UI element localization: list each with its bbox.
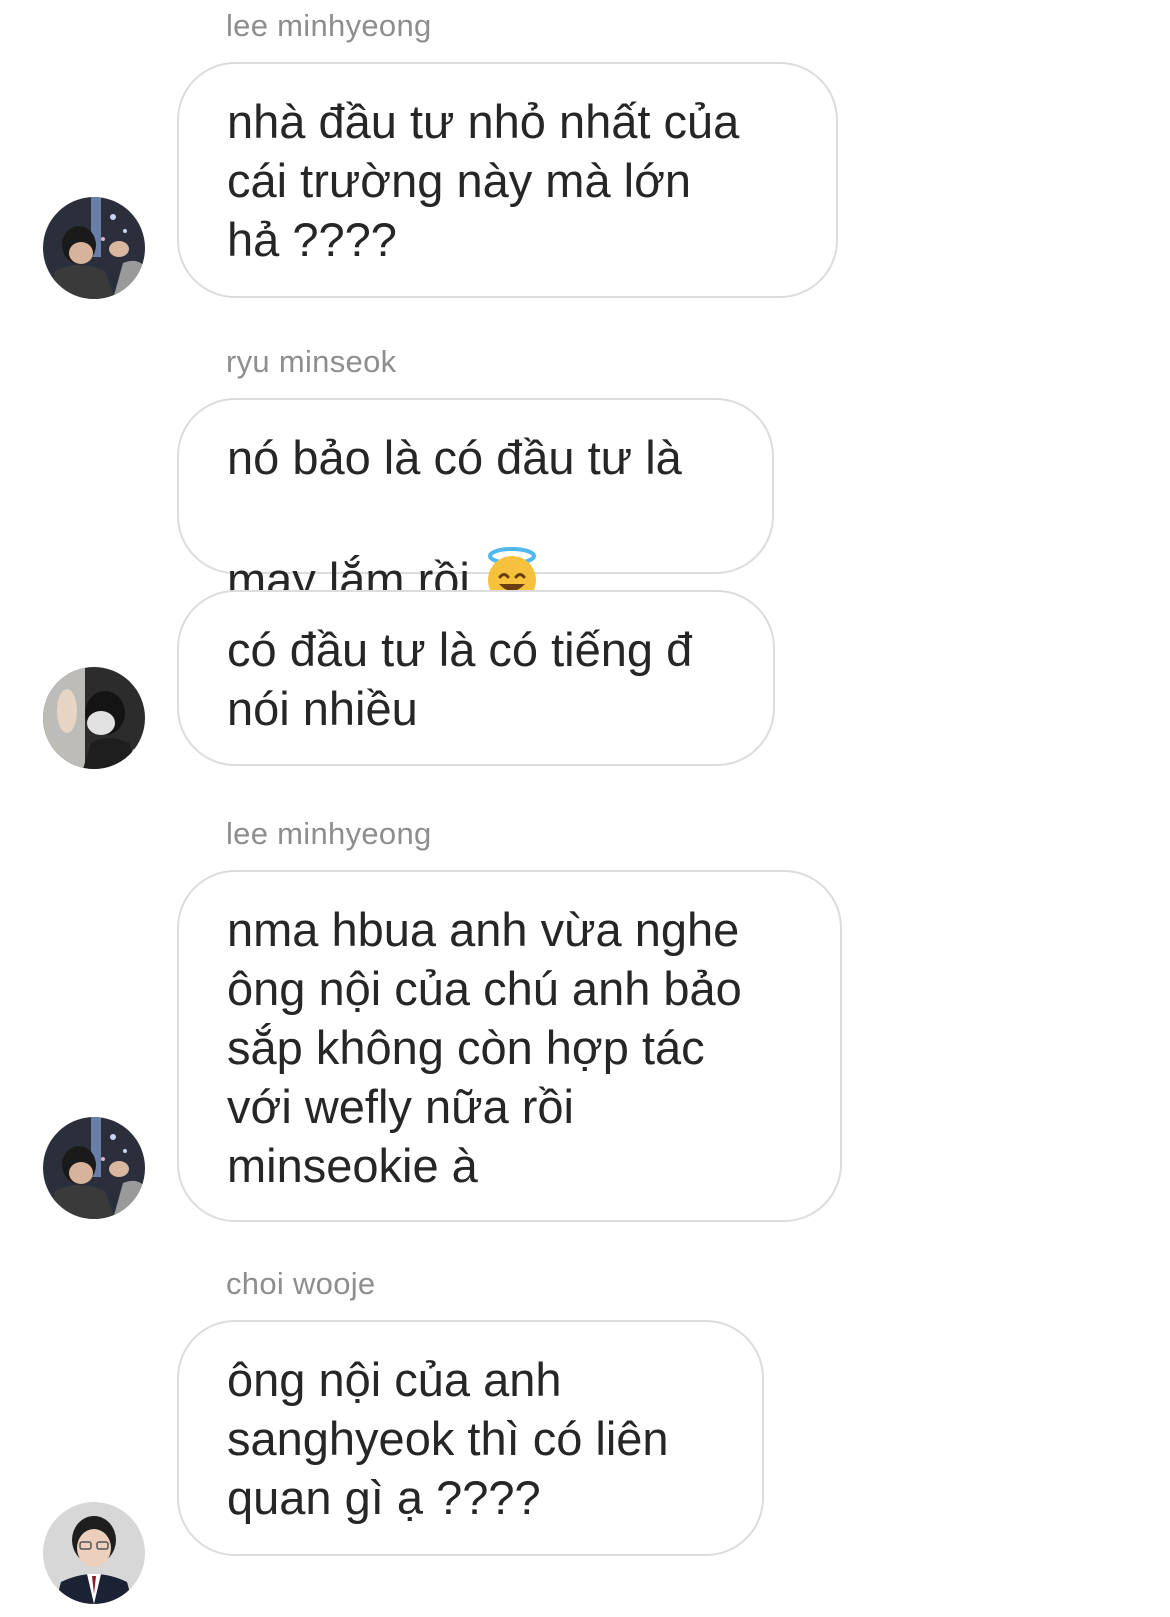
avatar-photo-icon (43, 1502, 145, 1604)
message-text: ông nội của anh sanghyeok thì có liên qu… (227, 1353, 669, 1524)
sender-name: lee minhyeong (226, 8, 432, 43)
avatar[interactable] (43, 667, 145, 769)
message-text: nhà đầu tư nhỏ nhất của cái trường này m… (227, 95, 740, 266)
avatar[interactable] (43, 197, 145, 299)
avatar-photo-icon (43, 1117, 145, 1219)
avatar[interactable] (43, 1502, 145, 1604)
message-bubble[interactable]: nma hbua anh vừa nghe ông nội của chú an… (177, 870, 842, 1222)
message-bubble[interactable]: ông nội của anh sanghyeok thì có liên qu… (177, 1320, 764, 1556)
avatar-photo-icon (43, 667, 145, 769)
message-bubble[interactable]: có đầu tư là có tiếng đ nói nhiều (177, 590, 775, 766)
message-bubble[interactable]: nó bảo là có đầu tư là may lắm rồi (177, 398, 774, 606)
message-text: có đầu tư là có tiếng đ nói nhiều (227, 623, 693, 735)
message-bubble[interactable]: nhà đầu tư nhỏ nhất của cái trường này m… (177, 62, 838, 298)
sender-name: choi wooje (226, 1266, 376, 1301)
avatar-photo-icon (43, 197, 145, 299)
avatar[interactable] (43, 1117, 145, 1219)
message-text: nma hbua anh vừa nghe ông nội của chú an… (227, 903, 742, 1192)
sender-name: lee minhyeong (226, 816, 432, 851)
sender-name: ryu minseok (226, 344, 397, 379)
